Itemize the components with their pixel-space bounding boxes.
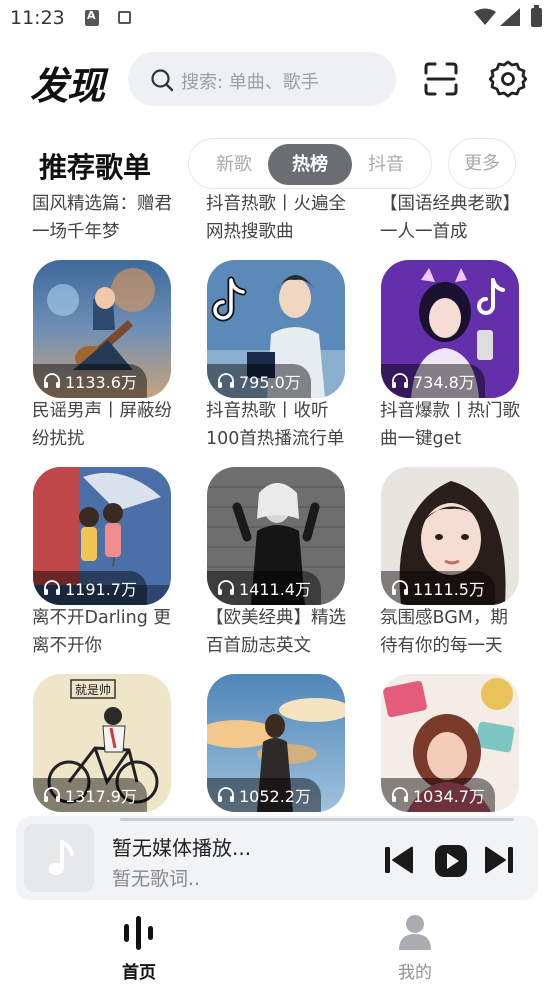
- status-time: 11:23: [10, 7, 65, 29]
- user-icon: [399, 915, 431, 950]
- search-input[interactable]: 搜索: 单曲、歌手: [128, 52, 396, 106]
- player-progress-bar[interactable]: [120, 818, 514, 821]
- next-track-button[interactable]: [484, 846, 514, 874]
- section-title: 推荐歌单: [39, 151, 152, 184]
- playlist-cover[interactable]: 就是帅 1317.9万: [33, 674, 171, 812]
- sticker-text: 就是帅: [75, 683, 111, 697]
- previous-track-button[interactable]: [384, 846, 414, 874]
- play-count: 1052.2万: [239, 787, 311, 806]
- playlist-title[interactable]: 抖音热歌丨收听100首热播流行单: [206, 397, 356, 453]
- scan-icon[interactable]: [424, 62, 458, 96]
- sticker-sign: 就是帅: [70, 679, 116, 699]
- headphones-icon: [44, 787, 60, 802]
- player-cover[interactable]: [24, 824, 94, 892]
- tab-hot-chart[interactable]: 热榜: [268, 144, 352, 185]
- music-note-icon: [48, 840, 74, 875]
- playlist-cover[interactable]: 1411.4万: [207, 467, 345, 605]
- tab-douyin[interactable]: 抖音: [351, 144, 421, 185]
- page-title: 发现: [30, 64, 105, 108]
- play-count: 1317.9万: [65, 787, 137, 806]
- tab-group: 新歌 热榜 抖音: [188, 138, 432, 189]
- headphones-icon: [218, 580, 234, 595]
- play-count: 734.8万: [413, 373, 475, 392]
- nav-mine[interactable]: 我的: [365, 912, 465, 983]
- play-count-badge: 734.8万: [381, 364, 485, 398]
- headphones-icon: [44, 373, 60, 388]
- playlist-title[interactable]: 抖音爆款丨热门歌曲一键get: [380, 397, 520, 453]
- playlist-cover[interactable]: 1133.6万: [33, 260, 171, 398]
- player-title: 暂无媒体播放...: [112, 836, 252, 860]
- playlist-title[interactable]: 氛围感BGM，期待有你的每一天: [380, 604, 520, 660]
- play-count: 795.0万: [239, 373, 301, 392]
- playlist-cover[interactable]: 1191.7万: [33, 467, 171, 605]
- headphones-icon: [218, 373, 234, 388]
- tab-new-songs[interactable]: 新歌: [199, 144, 269, 185]
- search-icon: [151, 69, 174, 92]
- wifi-icon: [474, 8, 496, 25]
- play-count: 1191.7万: [65, 580, 137, 599]
- play-count-badge: 1191.7万: [33, 571, 147, 605]
- headphones-icon: [392, 787, 408, 802]
- play-count-badge: 1411.4万: [207, 571, 321, 605]
- status-bar: 11:23: [0, 0, 554, 40]
- headphones-icon: [392, 373, 408, 388]
- notification-square-icon: [118, 11, 131, 24]
- playlist-cover[interactable]: 734.8万: [381, 260, 519, 398]
- play-button[interactable]: [434, 844, 468, 878]
- playlist-title[interactable]: 离不开Darling 更离不开你: [32, 604, 177, 660]
- playlist-title[interactable]: 抖音热歌丨火遍全网热搜歌曲: [206, 190, 346, 246]
- headphones-icon: [44, 580, 60, 595]
- playlist-title[interactable]: 国风精选篇：赠君一场千年梦: [32, 190, 172, 246]
- play-count-badge: 1052.2万: [207, 778, 321, 812]
- more-button[interactable]: 更多: [448, 138, 516, 189]
- mini-player[interactable]: 暂无媒体播放... 暂无歌词..: [16, 816, 538, 900]
- headphones-icon: [392, 580, 408, 595]
- playlist-title[interactable]: 【欧美经典】精选百首励志英文: [206, 604, 346, 660]
- play-count: 1133.6万: [65, 373, 137, 392]
- playlist-cover[interactable]: 1034.7万: [381, 674, 519, 812]
- nav-mine-label: 我的: [398, 963, 432, 983]
- play-count-badge: 1133.6万: [33, 364, 147, 398]
- sound-wave-icon: [124, 916, 153, 950]
- play-count-badge: 1317.9万: [33, 778, 147, 812]
- play-count-badge: 1111.5万: [381, 571, 495, 605]
- play-count: 1411.4万: [239, 580, 311, 599]
- playlist-cover[interactable]: 795.0万: [207, 260, 345, 398]
- playlist-cover[interactable]: 1111.5万: [381, 467, 519, 605]
- signal-icon: [500, 8, 520, 26]
- player-lyric: 暂无歌词..: [112, 868, 201, 890]
- nav-home-label: 首页: [122, 963, 156, 983]
- playlist-title[interactable]: 【国语经典老歌】一人一首成: [380, 190, 520, 246]
- battery-icon: [531, 5, 542, 27]
- play-count-badge: 1034.7万: [381, 778, 495, 812]
- playlist-cover[interactable]: 1052.2万: [207, 674, 345, 812]
- play-count: 1034.7万: [413, 787, 485, 806]
- nav-home[interactable]: 首页: [89, 912, 189, 983]
- notification-a-icon: [85, 9, 99, 26]
- playlist-title[interactable]: 民谣男声丨屏蔽纷纷扰扰: [32, 397, 172, 453]
- play-count: 1111.5万: [413, 580, 485, 599]
- headphones-icon: [218, 787, 234, 802]
- play-count-badge: 795.0万: [207, 364, 311, 398]
- bottom-nav: 首页 我的: [0, 900, 554, 985]
- settings-icon[interactable]: [489, 60, 527, 98]
- search-placeholder: 搜索: 单曲、歌手: [181, 72, 319, 93]
